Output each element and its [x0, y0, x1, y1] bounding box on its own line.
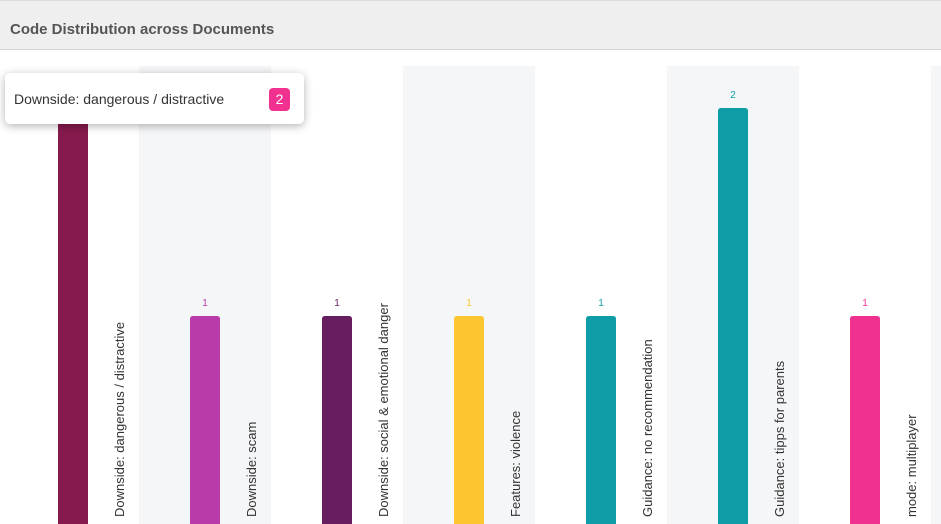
bar-value-label: 1: [202, 298, 208, 309]
category-label: Downside: dangerous / distractive: [112, 322, 127, 517]
tooltip-label: Downside: dangerous / distractive: [14, 91, 225, 107]
category-label: Downside: scam: [244, 422, 259, 517]
bar[interactable]: [190, 316, 220, 524]
bar[interactable]: [586, 316, 616, 524]
bar[interactable]: [322, 316, 352, 524]
chart-tooltip: Downside: dangerous / distractive 2: [5, 73, 304, 124]
panel-title: Code Distribution across Documents: [10, 21, 275, 38]
bar[interactable]: [58, 108, 88, 524]
bar-value-label: 2: [730, 90, 736, 101]
tooltip-value-badge: 2: [269, 88, 290, 111]
category-label: Guidance: no recommendation: [640, 339, 655, 517]
column-band: [931, 66, 941, 524]
category-label: Downside: social & emotional danger: [376, 302, 391, 517]
category-label: Features: violence: [508, 411, 523, 517]
bar[interactable]: [454, 316, 484, 524]
bar[interactable]: [718, 108, 748, 524]
panel-header: Code Distribution across Documents: [0, 0, 941, 50]
bar-value-label: 1: [466, 298, 472, 309]
bar-value-label: 1: [598, 298, 604, 309]
bar-value-label: 1: [862, 298, 868, 309]
bar-value-label: 1: [334, 298, 340, 309]
bar[interactable]: [850, 316, 880, 524]
category-label: mode: multiplayer: [904, 414, 919, 517]
category-label: Guidance: tipps for parents: [772, 360, 787, 517]
